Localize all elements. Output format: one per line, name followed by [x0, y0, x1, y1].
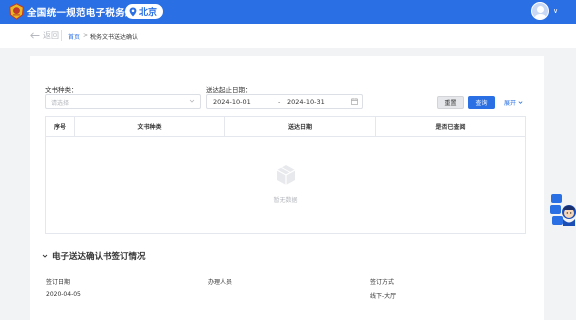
doc-type-select[interactable]: 请选择	[45, 94, 201, 109]
region-label: 北京	[139, 8, 158, 18]
expand-label: 展开	[504, 100, 517, 107]
tax-emblem-icon	[9, 3, 24, 20]
arrow-left-icon	[30, 32, 40, 39]
sign-method-value: 线下-大厅	[370, 293, 397, 300]
date-range-picker[interactable]: 2024-10-01 - 2024-10-31	[206, 94, 363, 109]
empty-state-text: 暂无数据	[273, 197, 298, 204]
app-title: 全国统一规范电子税务局	[27, 8, 135, 19]
sign-method-label: 签订方式	[370, 279, 395, 286]
breadcrumb-current: 税务文书送达确认	[90, 34, 139, 41]
sign-section-header[interactable]: 电子送达确认书签订情况	[42, 250, 146, 262]
sign-date-value: 2020-04-05	[46, 291, 81, 298]
user-avatar[interactable]	[531, 2, 549, 20]
breadcrumb-home-link[interactable]: 首页	[68, 32, 80, 41]
doc-type-placeholder: 请选择	[51, 100, 70, 107]
column-header: 是否已查阅	[435, 124, 466, 131]
breadcrumb: 返回 首页 > 税务文书送达确认	[0, 24, 576, 48]
column-header: 送达日期	[225, 117, 376, 136]
main-card: 文书种类： 请选择 送达起止日期： 2024-10-01 - 2024-10-3…	[30, 56, 544, 320]
avatar-body-shape	[534, 14, 547, 19]
handler-label: 办理人员	[208, 279, 233, 286]
doc-type-label: 文书种类：	[45, 86, 78, 94]
section-title: 电子送达确认书签订情况	[52, 252, 146, 262]
chevron-down-icon	[518, 101, 523, 104]
expand-button[interactable]: 展开	[504, 96, 528, 109]
top-bar: 全国统一规范电子税务局 北京 ∨	[0, 0, 576, 24]
sign-date-label: 签订日期	[46, 279, 71, 286]
column-header: 文书种类	[75, 117, 225, 136]
breadcrumb-separator: >	[83, 32, 89, 39]
avatar-head-shape	[537, 6, 544, 13]
query-button[interactable]: 查询	[468, 96, 495, 109]
assistant-mascot-icon[interactable]	[549, 193, 576, 227]
location-pin-icon	[129, 7, 137, 16]
table-header: 序号 文书种类 送达日期 是否已查阅	[46, 117, 525, 137]
date-separator: -	[278, 98, 281, 106]
region-selector[interactable]: 北京	[125, 4, 164, 19]
reset-button[interactable]: 重置	[437, 96, 464, 109]
back-button[interactable]: 返回	[30, 30, 59, 41]
calendar-icon	[351, 98, 358, 105]
date-start-field[interactable]: 2024-10-01	[213, 98, 251, 106]
chevron-down-icon	[42, 254, 48, 258]
column-header: 序号	[46, 117, 75, 136]
empty-box-icon	[276, 165, 296, 185]
back-label: 返回	[43, 31, 59, 40]
divider	[61, 30, 62, 41]
chevron-down-icon	[189, 99, 195, 103]
chevron-down-icon[interactable]: ∨	[553, 7, 558, 15]
date-end-field[interactable]: 2024-10-31	[287, 98, 325, 106]
documents-table: 序号 文书种类 送达日期 是否已查阅 暂无数据	[45, 116, 526, 234]
date-range-label: 送达起止日期：	[206, 86, 252, 94]
